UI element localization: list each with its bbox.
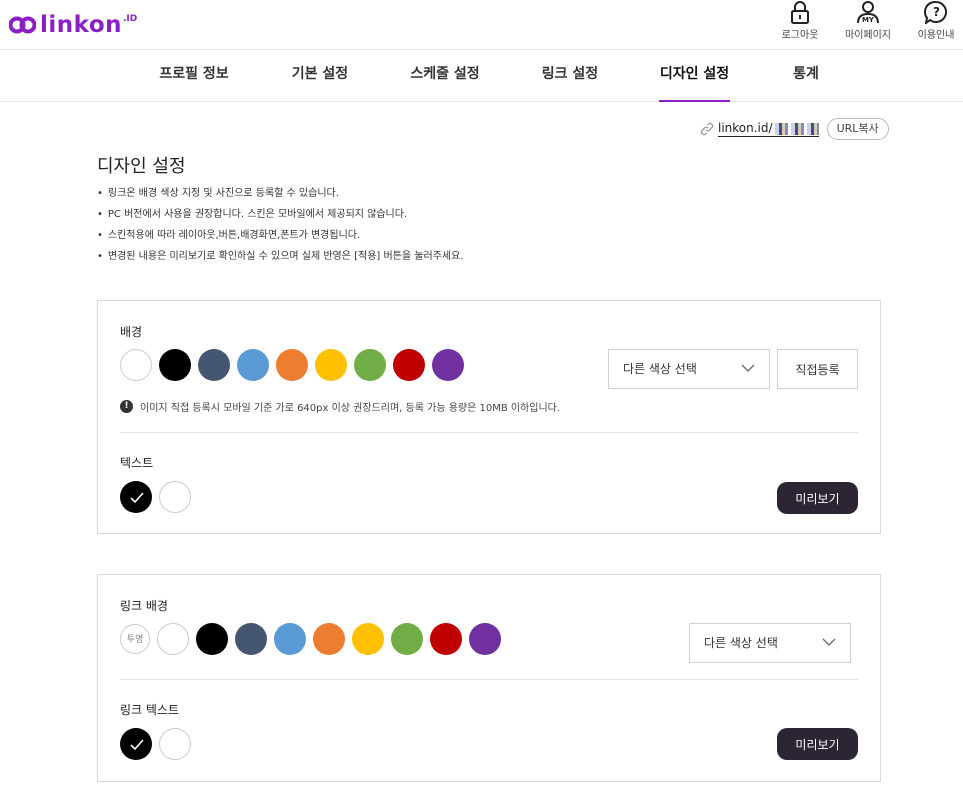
background-panel: 배경 다른 색상 선택 직접등록 ! 이미지 직접 등록시 모바일 기준 가로 … — [97, 300, 881, 534]
link-color-select-dropdown[interactable]: 다른 색상 선택 — [689, 623, 851, 663]
check-icon — [130, 739, 144, 751]
link-icon — [700, 122, 714, 136]
logo-mark-icon — [9, 14, 36, 40]
text-label: 텍스트 — [120, 456, 154, 470]
logo-text: linkon — [40, 12, 122, 38]
text-swatches — [120, 481, 198, 513]
swatch-orange[interactable] — [276, 349, 308, 381]
text-swatch-white[interactable] — [159, 481, 191, 513]
direct-register-button[interactable]: 직접등록 — [777, 349, 858, 389]
swatch-yellow[interactable] — [315, 349, 347, 381]
background-label: 배경 — [120, 325, 143, 339]
tab-link[interactable]: 링크 설정 — [541, 51, 599, 102]
link-text-swatch-black[interactable] — [120, 728, 152, 760]
note-item: 스킨적용에 따라 레이아웃,버튼,배경화면,폰트가 변경됩니다. — [97, 228, 463, 249]
tab-profile[interactable]: 프로필 정보 — [159, 51, 229, 102]
note-item: 변경된 내용은 미리보기로 확인하실 수 있으며 실제 반영은 [적용] 버튼을… — [97, 249, 464, 270]
link-background-panel: 링크 배경 투명 다른 색상 선택 링크 텍스트 미리보기 — [97, 574, 881, 782]
link-swatch-yellow[interactable] — [352, 623, 384, 655]
link-swatch-slate[interactable] — [235, 623, 267, 655]
swatch-green[interactable] — [354, 349, 386, 381]
link-color-select-label: 다른 색상 선택 — [704, 636, 778, 650]
color-select-dropdown[interactable]: 다른 색상 선택 — [608, 349, 770, 389]
tab-basic[interactable]: 기본 설정 — [290, 51, 350, 102]
svg-text:?: ? — [933, 5, 940, 19]
mypage-button[interactable]: MY 마이페이지 — [838, 0, 898, 44]
link-swatch-white[interactable] — [157, 623, 189, 655]
upload-info-text: 이미지 직접 등록시 모바일 기준 가로 640px 이상 권장드리며, 등록 … — [140, 403, 561, 414]
swatch-white[interactable] — [120, 349, 152, 381]
divider — [120, 432, 858, 433]
note-item: PC 버전에서 사용을 권장합니다. 스킨은 모바일에서 제공되지 않습니다. — [97, 207, 463, 228]
profile-url-link[interactable]: linkon.id/ — [718, 121, 819, 137]
note-item: 링크온 배경 색상 지정 및 사진으로 등록할 수 있습니다. — [97, 186, 463, 207]
link-text-swatches — [120, 728, 198, 760]
link-preview-button[interactable]: 미리보기 — [777, 728, 858, 760]
top-header: linkon .ID 로그아웃 MY 마이페이지 ? 이용인내 — [0, 0, 963, 50]
swatch-purple[interactable] — [432, 349, 464, 381]
link-background-label: 링크 배경 — [120, 599, 168, 613]
swatch-transparent[interactable]: 투명 — [120, 624, 150, 654]
link-text-label: 링크 텍스트 — [120, 703, 180, 717]
page-title: 디자인 설정 — [97, 156, 186, 177]
mypage-label: 마이페이지 — [845, 30, 891, 41]
color-select-label: 다른 색상 선택 — [623, 362, 697, 376]
profile-url-text: linkon.id/ — [718, 121, 773, 135]
check-icon — [130, 492, 144, 504]
link-text-swatch-white[interactable] — [159, 728, 191, 760]
help-label: 이용인내 — [917, 30, 955, 41]
svg-text:MY: MY — [862, 16, 875, 24]
link-swatch-blue[interactable] — [274, 623, 306, 655]
upload-info: ! 이미지 직접 등록시 모바일 기준 가로 640px 이상 권장드리며, 등… — [120, 399, 560, 414]
info-icon: ! — [120, 400, 133, 413]
link-swatch-orange[interactable] — [313, 623, 345, 655]
tab-design[interactable]: 디자인 설정 — [659, 51, 730, 102]
main-nav: 프로필 정보 기본 설정 스케줄 설정 링크 설정 디자인 설정 통계 — [0, 51, 963, 102]
text-swatch-black[interactable] — [120, 481, 152, 513]
swatch-blue[interactable] — [237, 349, 269, 381]
redacted-url-segment — [774, 122, 819, 135]
swatch-slate[interactable] — [198, 349, 230, 381]
logo[interactable]: linkon .ID — [9, 10, 137, 40]
swatch-black[interactable] — [159, 349, 191, 381]
link-swatch-red[interactable] — [430, 623, 462, 655]
url-copy-button[interactable]: URL복사 — [826, 118, 889, 140]
help-icon: ? — [924, 0, 947, 24]
swatch-red[interactable] — [393, 349, 425, 381]
logo-sup: .ID — [123, 14, 138, 24]
link-swatch-purple[interactable] — [469, 623, 501, 655]
chevron-down-icon — [822, 638, 836, 646]
background-swatches — [120, 349, 471, 381]
tab-schedule[interactable]: 스케줄 설정 — [409, 51, 481, 102]
notes-list: 링크온 배경 색상 지정 및 사진으로 등록할 수 있습니다. PC 버전에서 … — [97, 186, 464, 270]
user-icon: MY — [857, 1, 879, 24]
link-background-swatches: 투명 — [120, 623, 508, 655]
logout-button[interactable]: 로그아웃 — [770, 0, 830, 44]
help-button[interactable]: ? 이용인내 — [906, 0, 963, 44]
url-row: linkon.id/ URL복사 — [700, 117, 889, 141]
lock-icon — [791, 1, 809, 24]
logout-label: 로그아웃 — [781, 30, 819, 41]
tab-stats[interactable]: 통계 — [792, 51, 820, 102]
link-swatch-black[interactable] — [196, 623, 228, 655]
preview-button[interactable]: 미리보기 — [777, 482, 858, 514]
divider — [120, 679, 858, 680]
link-swatch-green[interactable] — [391, 623, 423, 655]
chevron-down-icon — [741, 364, 755, 372]
